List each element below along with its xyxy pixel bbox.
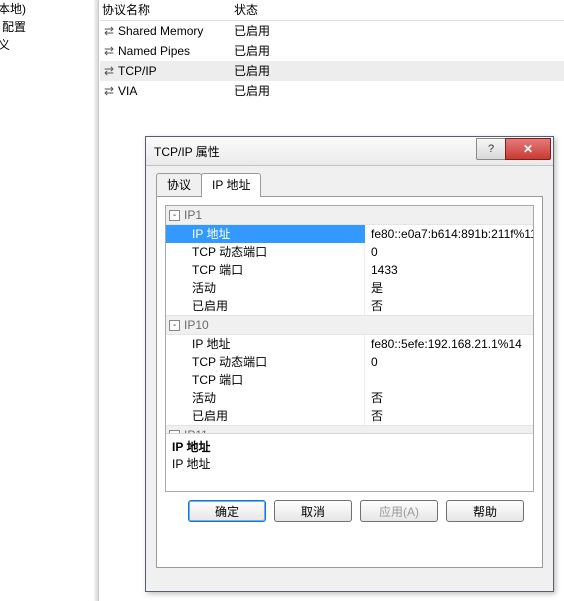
property-row[interactable]: 活动否 bbox=[166, 389, 533, 407]
splitter[interactable] bbox=[94, 0, 99, 601]
protocol-state: 已启用 bbox=[232, 81, 564, 101]
property-category[interactable]: -IP1 bbox=[166, 206, 533, 225]
protocol-icon: ⇄ bbox=[102, 61, 116, 81]
property-grid-scroll[interactable]: -IP1IP 地址fe80::e0a7:b614:891b:211f%11TCP… bbox=[166, 206, 533, 434]
property-row[interactable]: 已启用否 bbox=[166, 297, 533, 315]
protocol-icon: ⇄ bbox=[102, 21, 116, 41]
property-value[interactable]: 0 bbox=[365, 243, 533, 261]
cancel-button[interactable]: 取消 bbox=[274, 500, 352, 522]
property-value[interactable]: 否 bbox=[365, 389, 533, 407]
property-value[interactable]: 是 bbox=[365, 279, 533, 297]
property-label: 活动 bbox=[166, 389, 365, 407]
property-grid: -IP1IP 地址fe80::e0a7:b614:891b:211f%11TCP… bbox=[165, 205, 534, 492]
property-label: TCP 动态端口 bbox=[166, 353, 365, 371]
tab-content: -IP1IP 地址fe80::e0a7:b614:891b:211f%11TCP… bbox=[156, 196, 543, 568]
titlebar[interactable]: TCP/IP 属性 ? ✕ bbox=[146, 137, 553, 166]
protocol-state: 已启用 bbox=[232, 41, 564, 61]
tabstrip: 协议 IP 地址 bbox=[156, 174, 543, 196]
tree-item-label: 本地) bbox=[0, 0, 26, 18]
category-label: IP1 bbox=[184, 208, 202, 222]
protocol-name: VIA bbox=[118, 81, 137, 101]
protocol-name: TCP/IP bbox=[118, 61, 157, 81]
property-row[interactable]: TCP 动态端口0 bbox=[166, 353, 533, 371]
property-label: IP 地址 bbox=[166, 225, 365, 243]
close-button[interactable]: ✕ bbox=[505, 138, 551, 160]
property-row[interactable]: TCP 端口 bbox=[166, 371, 533, 389]
category-label: IP10 bbox=[184, 318, 209, 332]
property-label: IP 地址 bbox=[166, 335, 365, 353]
tab-ip-address[interactable]: IP 地址 bbox=[201, 173, 261, 197]
property-value[interactable]: fe80::e0a7:b614:891b:211f%11 bbox=[365, 225, 533, 243]
property-value[interactable]: fe80::5efe:192.168.21.1%14 bbox=[365, 335, 533, 353]
property-row[interactable]: IP 地址fe80::e0a7:b614:891b:211f%11 bbox=[166, 225, 533, 243]
protocol-icon: ⇄ bbox=[102, 41, 116, 61]
left-tree-fragment: 本地) 配置 义 bbox=[2, 24, 26, 54]
protocol-name: Named Pipes bbox=[118, 41, 190, 61]
property-label: 活动 bbox=[166, 279, 365, 297]
protocol-list: 协议名称 状态 ⇄Shared Memory已启用⇄Named Pipes已启用… bbox=[100, 0, 564, 101]
dialog-buttons: 确定 取消 应用(A) 帮助 bbox=[165, 492, 534, 522]
list-item[interactable]: ⇄Shared Memory 已启用 bbox=[100, 21, 564, 41]
property-row[interactable]: TCP 动态端口0 bbox=[166, 243, 533, 261]
tcpip-properties-dialog: TCP/IP 属性 ? ✕ 协议 IP 地址 -IP1IP 地址fe80::e0… bbox=[145, 136, 554, 592]
list-header: 协议名称 状态 bbox=[100, 0, 564, 21]
property-value[interactable]: 1433 bbox=[365, 261, 533, 279]
property-category[interactable]: -IP10 bbox=[166, 315, 533, 335]
property-value[interactable]: 否 bbox=[365, 297, 533, 315]
property-label: TCP 动态端口 bbox=[166, 243, 365, 261]
protocol-icon: ⇄ bbox=[102, 81, 116, 101]
protocol-state: 已启用 bbox=[232, 61, 564, 81]
protocol-state: 已启用 bbox=[232, 21, 564, 41]
list-item[interactable]: ⇄TCP/IP 已启用 bbox=[100, 61, 564, 81]
property-label: TCP 端口 bbox=[166, 261, 365, 279]
help-button[interactable]: ? bbox=[476, 138, 506, 160]
tree-item-label: 义 bbox=[0, 36, 26, 54]
property-row[interactable]: 已启用否 bbox=[166, 407, 533, 425]
ok-button[interactable]: 确定 bbox=[188, 500, 266, 522]
property-value[interactable]: 0 bbox=[365, 353, 533, 371]
collapse-icon[interactable]: - bbox=[169, 320, 180, 331]
property-row[interactable]: TCP 端口1433 bbox=[166, 261, 533, 279]
dialog-title: TCP/IP 属性 bbox=[154, 143, 477, 160]
list-item[interactable]: ⇄Named Pipes 已启用 bbox=[100, 41, 564, 61]
apply-button[interactable]: 应用(A) bbox=[360, 500, 438, 522]
col-header-name[interactable]: 协议名称 bbox=[100, 0, 232, 20]
collapse-icon[interactable]: - bbox=[169, 210, 180, 221]
col-header-state[interactable]: 状态 bbox=[232, 0, 564, 20]
property-row[interactable]: IP 地址fe80::5efe:192.168.21.1%14 bbox=[166, 335, 533, 353]
protocol-name: Shared Memory bbox=[118, 21, 203, 41]
property-label: TCP 端口 bbox=[166, 371, 365, 389]
property-row[interactable]: 活动是 bbox=[166, 279, 533, 297]
property-label: 已启用 bbox=[166, 297, 365, 315]
help-button[interactable]: 帮助 bbox=[446, 500, 524, 522]
description-body: IP 地址 bbox=[172, 455, 527, 472]
tab-protocol[interactable]: 协议 bbox=[156, 173, 202, 196]
property-value[interactable]: 否 bbox=[365, 407, 533, 425]
tree-item-label: 配置 bbox=[2, 18, 26, 36]
property-value[interactable] bbox=[365, 371, 533, 389]
property-category[interactable]: -IP11 bbox=[166, 425, 533, 434]
property-description: IP 地址 IP 地址 bbox=[166, 434, 533, 491]
property-label: 已启用 bbox=[166, 407, 365, 425]
list-item[interactable]: ⇄VIA 已启用 bbox=[100, 81, 564, 101]
description-title: IP 地址 bbox=[172, 438, 527, 455]
